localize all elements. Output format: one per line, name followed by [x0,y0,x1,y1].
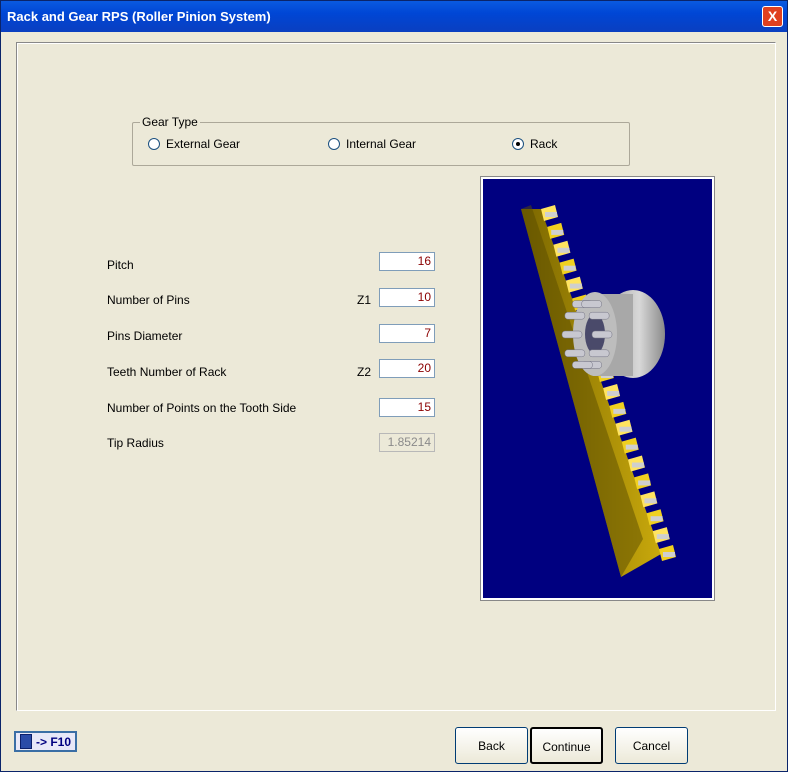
pitch-label: Pitch [107,258,134,272]
rack-pinion-illustration [521,205,676,577]
radio-internal-gear[interactable]: Internal Gear [328,137,416,151]
pinion-pin [588,311,610,320]
radio-external-gear[interactable]: External Gear [148,137,240,151]
rack-tooth-gap [650,516,663,522]
window-title: Rack and Gear RPS (Roller Pinion System) [7,9,271,24]
rack-tooth-gap [619,426,632,432]
rack-tooth-gap [545,212,557,217]
pinion-pin [588,349,610,358]
rack-tooth-gap [569,283,582,289]
teeth-rack-label: Teeth Number of Rack [107,365,227,379]
pinion-pin [564,349,586,358]
pinion-pin [572,361,593,369]
points-tooth-side-label: Number of Points on the Tooth Side [107,401,297,415]
rack-tooth-gap [607,390,620,396]
title-bar[interactable]: Rack and Gear RPS (Roller Pinion System)… [1,1,787,32]
radio-circle-icon[interactable] [148,138,160,150]
dialog-window: Rack and Gear RPS (Roller Pinion System)… [0,0,788,772]
rack-tooth-gap [563,265,576,271]
back-button[interactable]: Back [455,727,528,764]
tip-radius-readonly: 1.85214 [379,433,435,452]
radio-rack[interactable]: Rack [512,137,557,151]
gear-preview-image [481,177,714,600]
rack-tooth-gap [663,552,675,557]
radio-circle-icon[interactable] [328,138,340,150]
pinion-pin [581,300,602,308]
tip-radius-label: Tip Radius [107,436,164,450]
rack-tooth-gap [613,408,626,414]
radio-internal-gear-label: Internal Gear [346,137,417,151]
radio-external-gear-label: External Gear [166,137,241,151]
rack-tooth-gap [625,444,638,450]
radio-rack-label: Rack [530,137,558,151]
z1-label: Z1 [357,293,372,307]
pinion-pin [591,330,613,339]
pins-diameter-label: Pins Diameter [107,329,183,343]
pins-diameter-input[interactable]: 7 [379,324,435,343]
rack-side [521,205,643,577]
z2-label: Z2 [357,365,372,379]
close-button[interactable]: X [762,6,783,27]
calculator-icon [19,734,32,749]
f10-shortcut-button[interactable]: -> F10 [14,731,77,752]
rack-tooth-gap [638,480,651,486]
rack-tooth-gap [631,462,644,468]
rack-tooth-gap [656,534,669,540]
pinion-pin [561,330,583,339]
radio-selected-icon[interactable] [512,138,524,150]
num-pins-input[interactable]: 10 [379,288,435,307]
gear-type-legend: Gear Type [140,115,200,129]
f10-shortcut-label: -> F10 [35,734,71,749]
teeth-rack-input[interactable]: 20 [379,359,435,378]
points-tooth-side-input[interactable]: 15 [379,398,435,417]
rack-tooth-gap [557,247,570,253]
rack-tooth-gap [644,498,657,504]
pitch-input[interactable]: 16 [379,252,435,271]
cancel-button[interactable]: Cancel [615,727,688,764]
continue-button[interactable]: Continue [530,727,603,764]
pinion-pin [564,311,586,320]
num-pins-label: Number of Pins [107,293,190,307]
rack-tooth-gap [551,229,564,235]
